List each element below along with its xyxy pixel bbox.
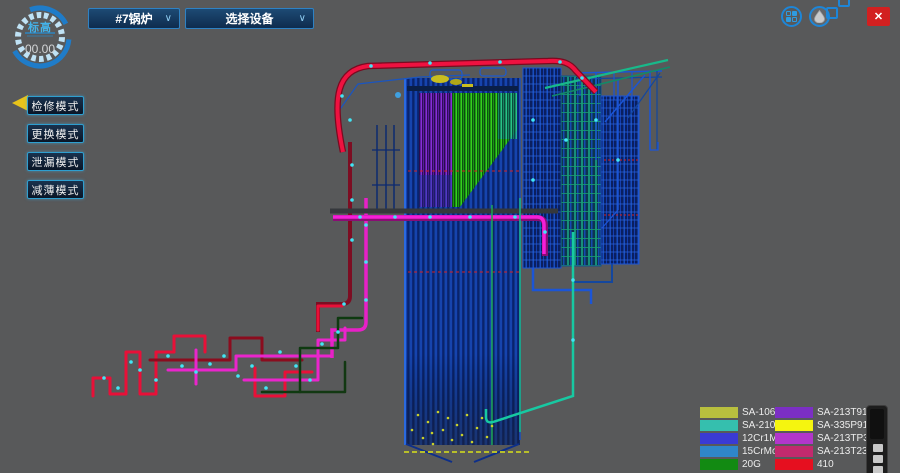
- legend-label: 410: [817, 459, 834, 470]
- boiler-select-value: #7锅炉: [115, 10, 152, 27]
- collapse-arrow-icon[interactable]: [12, 95, 28, 111]
- gauge-ring-icon: [6, 2, 74, 70]
- legend-color-swatch: [700, 446, 738, 457]
- left-downcomer-pipes: [318, 125, 400, 358]
- dashboard-grid-icon: [786, 11, 797, 22]
- device-select-dropdown[interactable]: 选择设备 ∨: [185, 8, 314, 29]
- close-icon: ✕: [874, 10, 883, 23]
- gauge-value: 00.00: [6, 42, 74, 56]
- droplet-icon: [814, 10, 825, 23]
- legend-scrollbar-thumb[interactable]: [870, 409, 884, 439]
- legend-color-swatch: [775, 459, 813, 470]
- legend-color-swatch: [775, 433, 813, 444]
- boiler-select-dropdown[interactable]: #7锅炉 ∨: [88, 8, 180, 29]
- elevation-gauge: 标高 00.00: [6, 2, 74, 70]
- app-window: { "app": { "background": "#58595a", "acc…: [0, 0, 900, 473]
- heat-exchanger-banks: [523, 68, 640, 304]
- chevron-down-icon: ∨: [299, 13, 306, 24]
- bottom-left-piping-network: [93, 306, 362, 396]
- legend-scrollbar[interactable]: [866, 405, 888, 473]
- legend-color-swatch: [775, 407, 813, 418]
- furnace-tube-column: [405, 78, 520, 462]
- model-viewport-3d[interactable]: [0, 0, 900, 473]
- legend-label: 20G: [742, 459, 761, 470]
- legend-scroll-tick: [873, 466, 883, 473]
- mode-button-3[interactable]: 泄漏模式: [27, 152, 84, 171]
- legend-scroll-tick: [873, 455, 883, 463]
- dashboard-grid-button[interactable]: [781, 6, 802, 27]
- legend-color-swatch: [700, 420, 738, 431]
- legend-label: SA-213T23: [817, 446, 868, 457]
- chevron-down-icon: ∨: [165, 13, 172, 24]
- mode-button-4[interactable]: 减薄模式: [27, 180, 84, 199]
- device-select-value: 选择设备: [225, 10, 273, 27]
- close-button[interactable]: ✕: [867, 7, 890, 26]
- legend-scroll-tick: [873, 444, 883, 452]
- legend-color-swatch: [700, 433, 738, 444]
- legend-color-swatch: [775, 446, 813, 457]
- boiler-3d-model: [0, 0, 900, 473]
- legend-label: SA-213T91: [817, 407, 868, 418]
- mode-button-1[interactable]: 检修模式: [27, 96, 84, 115]
- legend-color-swatch: [700, 407, 738, 418]
- legend-label: SA-335P91: [817, 420, 868, 431]
- legend-color-swatch: [775, 420, 813, 431]
- gauge-label: 标高: [6, 19, 74, 35]
- legend-color-swatch: [700, 459, 738, 470]
- mode-button-2[interactable]: 更换模式: [27, 124, 84, 143]
